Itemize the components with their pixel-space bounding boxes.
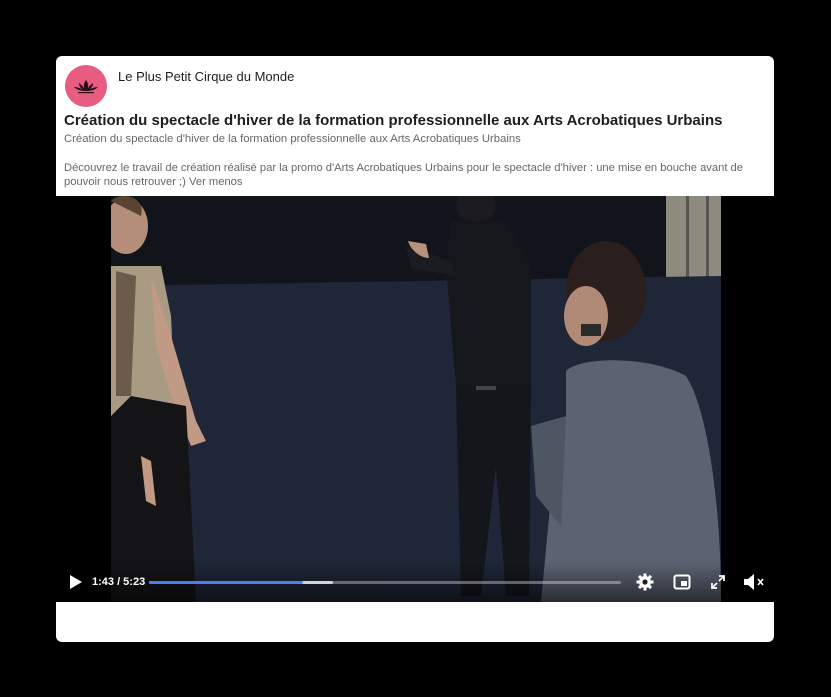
progress-played — [149, 581, 304, 584]
video-still-image — [111, 196, 721, 602]
post-description-text: Découvrez le travail de création réalisé… — [64, 162, 743, 188]
play-icon[interactable] — [67, 573, 85, 591]
gear-icon[interactable] — [635, 572, 655, 592]
video-player[interactable]: 1:43 / 5:23 — [56, 196, 774, 602]
post-header: Le Plus Petit Cirque du Monde Création d… — [56, 56, 774, 196]
post-title: Création du spectacle d'hiver de la form… — [64, 112, 723, 129]
post-subtitle: Création du spectacle d'hiver de la form… — [64, 133, 521, 145]
page-avatar[interactable] — [65, 65, 107, 107]
post-description: Découvrez le travail de création réalisé… — [64, 161, 768, 189]
lotus-logo-icon — [74, 80, 98, 94]
see-less-link[interactable]: Ver menos — [189, 176, 242, 188]
picture-in-picture-icon[interactable] — [673, 573, 691, 591]
video-frame — [111, 196, 721, 602]
video-post-card: Le Plus Petit Cirque du Monde Création d… — [56, 56, 774, 642]
video-controls-bar: 1:43 / 5:23 — [56, 562, 774, 602]
video-time-display: 1:43 / 5:23 — [92, 576, 146, 588]
volume-muted-icon[interactable] — [743, 573, 765, 591]
page-name-link[interactable]: Le Plus Petit Cirque du Monde — [118, 69, 294, 84]
video-progress-bar[interactable] — [149, 581, 621, 584]
fullscreen-icon[interactable] — [710, 574, 726, 590]
